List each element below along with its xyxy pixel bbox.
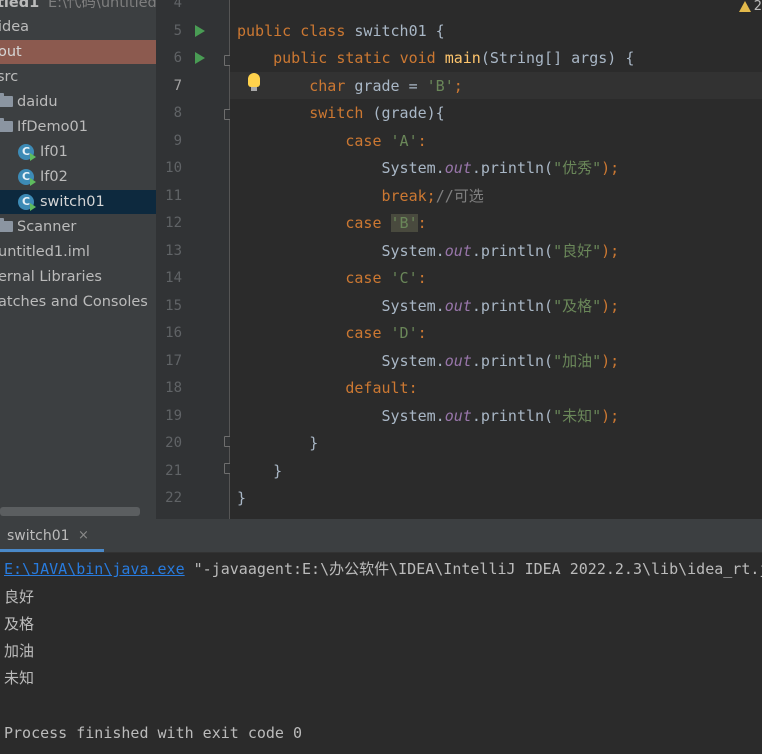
tree-item-label: Scanner <box>17 219 77 235</box>
console-command-args: "-javaagent:E:\办公软件\IDEA\IntelliJ IDEA 2… <box>184 560 762 578</box>
tree-item-label: daidu <box>17 94 58 110</box>
line-number: 8 <box>173 105 182 121</box>
tree-item-scanner[interactable]: Scanner <box>0 215 156 239</box>
line-number: 11 <box>165 188 182 204</box>
close-icon[interactable]: × <box>78 519 89 553</box>
java-class-icon: C <box>18 194 36 211</box>
code-line-22: } <box>237 489 247 507</box>
tree-item-label: If02 <box>40 169 68 185</box>
package-icon <box>0 118 13 132</box>
lightbulb-icon[interactable] <box>248 73 260 91</box>
tree-item-label: idea <box>0 19 30 35</box>
tree-item-idea[interactable]: idea <box>0 15 156 39</box>
code-line-19: System.out.println("未知"); <box>381 407 620 425</box>
java-class-icon: C <box>18 169 36 186</box>
code-line-14: case 'C': <box>345 269 427 287</box>
package-icon <box>0 93 13 107</box>
tree-item-label: src <box>0 69 19 85</box>
tree-item-module[interactable]: tled1 E:\代码\untitled <box>0 0 156 15</box>
line-number: 13 <box>165 243 182 259</box>
package-icon <box>0 218 13 232</box>
usage-highlight: 'B' <box>390 214 418 232</box>
tree-item-label: untitled1.iml <box>0 244 90 260</box>
code-line-18: default: <box>345 379 418 397</box>
console-output-line: 加油 <box>4 642 35 660</box>
code-editor[interactable]: public class switch01 { public static vo… <box>230 0 762 519</box>
line-number: 12 <box>165 215 182 231</box>
code-line-7: char grade = 'B'; <box>309 77 463 95</box>
line-number: 7 <box>173 78 182 94</box>
line-number: 10 <box>165 160 182 176</box>
line-number: 16 <box>165 325 182 341</box>
run-main-icon[interactable] <box>195 52 205 64</box>
code-line-8: switch (grade){ <box>309 104 445 122</box>
run-tab-label: switch01 <box>7 528 70 544</box>
line-number: 9 <box>173 133 182 149</box>
line-number: 6 <box>173 50 182 66</box>
code-line-6: public static void main(String[] args) { <box>273 49 635 67</box>
tree-item-label: ernal Libraries <box>0 269 102 285</box>
run-tool-window: switch01 × E:\JAVA\bin\java.exe "-javaag… <box>0 519 762 754</box>
code-line-12: case 'B': <box>345 214 427 232</box>
console-exit-message: Process finished with exit code 0 <box>4 724 303 742</box>
tree-item-ifdemo01[interactable]: IfDemo01 <box>0 115 156 139</box>
tree-item-switch01[interactable]: C switch01 <box>0 190 156 214</box>
line-number: 20 <box>165 435 182 451</box>
code-line-10: System.out.println("优秀"); <box>381 159 620 177</box>
tree-item-label: atches and Consoles <box>0 294 148 310</box>
line-number: 17 <box>165 353 182 369</box>
warning-count: 2 <box>753 0 762 14</box>
console-output-line: 及格 <box>4 615 35 633</box>
tree-item-label: If01 <box>40 144 68 160</box>
java-exe-link[interactable]: E:\JAVA\bin\java.exe <box>4 560 185 578</box>
code-line-5: public class switch01 { <box>237 22 445 40</box>
console-command-line: E:\JAVA\bin\java.exe "-javaagent:E:\办公软件… <box>4 556 762 582</box>
tree-item-daidu[interactable]: daidu <box>0 90 156 114</box>
run-tab-switch01[interactable]: switch01 × <box>0 519 104 552</box>
tree-item-label: IfDemo01 <box>17 119 88 135</box>
tree-item-if01[interactable]: C If01 <box>0 140 156 164</box>
line-number: 5 <box>173 23 182 39</box>
code-line-21: } <box>273 462 283 480</box>
tree-item-label: switch01 <box>40 194 105 210</box>
tree-item-src[interactable]: src <box>0 65 156 89</box>
line-number: 22 <box>165 490 182 506</box>
console-output-line: 良好 <box>4 588 35 606</box>
line-number: 19 <box>165 408 182 424</box>
code-line-11: break;//可选 <box>381 187 484 205</box>
tree-item-scratches[interactable]: atches and Consoles <box>0 290 156 314</box>
code-line-13: System.out.println("良好"); <box>381 242 620 260</box>
line-number: 21 <box>165 463 182 479</box>
inspection-widget[interactable]: 2 <box>738 0 762 14</box>
tree-item-out[interactable]: out <box>0 40 156 64</box>
warning-icon <box>738 1 751 12</box>
line-number: 15 <box>165 298 182 314</box>
line-number: 4 <box>173 0 182 11</box>
tree-item-iml[interactable]: untitled1.iml <box>0 240 156 264</box>
tree-item-label: out <box>0 44 22 60</box>
tree-item-if02[interactable]: C If02 <box>0 165 156 189</box>
run-tab-bar: switch01 × <box>0 519 762 553</box>
active-tab-indicator <box>0 549 104 552</box>
horizontal-scrollbar[interactable] <box>0 507 140 516</box>
console-output-line: 未知 <box>4 669 35 687</box>
code-line-9: case 'A': <box>345 132 427 150</box>
line-number: 18 <box>165 380 182 396</box>
project-tool-window: tled1 E:\代码\untitled idea out src daidu … <box>0 0 156 519</box>
java-class-icon: C <box>18 144 36 161</box>
code-line-20: } <box>309 434 319 452</box>
run-class-icon[interactable] <box>195 25 205 37</box>
line-number: 14 <box>165 270 182 286</box>
tree-item-label: tled1 <box>0 0 40 11</box>
code-line-15: System.out.println("及格"); <box>381 297 620 315</box>
tree-item-path: E:\代码\untitled <box>48 0 156 11</box>
code-line-17: System.out.println("加油"); <box>381 352 620 370</box>
tree-item-external-libraries[interactable]: ernal Libraries <box>0 265 156 289</box>
code-line-16: case 'D': <box>345 324 427 342</box>
